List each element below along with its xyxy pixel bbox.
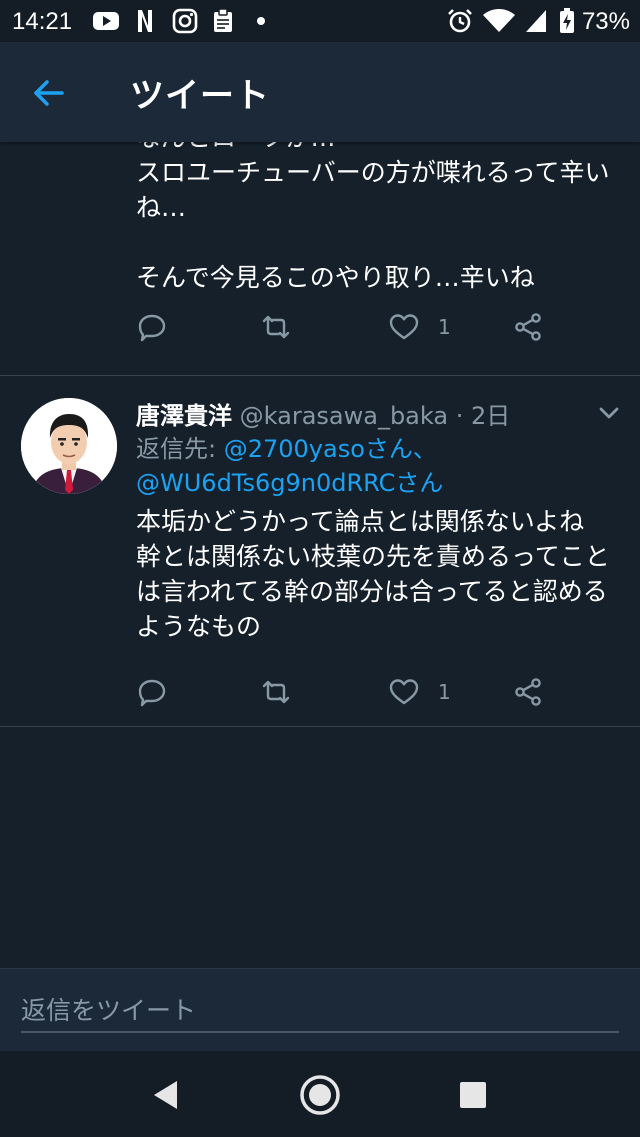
instagram-icon [172,8,198,34]
header-separator: · [455,402,464,430]
tweet-header: 唐澤貴洋 @karasawa_baka · 2日 [136,396,510,431]
share-button[interactable] [512,307,544,347]
reply-button[interactable] [136,672,168,712]
system-nav-bar [0,1051,640,1137]
reply-compose-bar: 返信をツイート [0,968,640,1052]
author-name[interactable]: 唐澤貴洋 [136,402,232,430]
status-time: 14:21 [12,8,73,35]
battery-icon [560,8,574,33]
nav-back-icon[interactable] [144,1073,188,1117]
like-count: 1 [438,680,451,704]
youtube-icon [93,12,119,30]
mention-link[interactable]: @WU6dTs6g9n0dRRCさん [136,469,443,497]
retweet-icon [262,680,290,704]
tweet-timestamp: 2日 [471,402,511,430]
like-count: 1 [438,315,451,339]
nav-home-icon[interactable] [298,1073,342,1117]
alarm-icon [448,9,472,33]
reply-icon [138,314,166,342]
tweet-thread[interactable]: なんとローツか… スロユーチューバーの方が喋れるって辛いね… そんで今見るこのや… [0,142,640,968]
like-button[interactable]: 1 [388,307,451,347]
author-handle[interactable]: @karasawa_baka [240,402,448,430]
tweet-actions: 1 [136,307,616,347]
retweet-icon [262,315,290,339]
reply-to-label: 返信先: [136,435,224,463]
wifi-icon [483,9,515,32]
share-icon [515,678,541,706]
page-title: ツイート [130,76,270,116]
chevron-down-icon[interactable] [596,400,622,426]
share-button[interactable] [512,672,544,712]
heart-icon [389,679,419,705]
reply-input[interactable]: 返信をツイート [21,991,619,1033]
reply-to-continued: @WU6dTs6g9n0dRRCさん [136,466,443,500]
app-bar: ツイート [0,42,640,142]
reply-button[interactable] [136,307,168,347]
clipboard-icon [214,8,232,32]
mention-link[interactable]: @2700yasoさん、 [224,435,437,463]
battery-percent: 73% [581,8,630,35]
share-icon [515,313,541,341]
tweet-text: 本垢かどうかって論点とは関係ないよね 幹とは関係ない枝葉の先を責めるってことは言… [136,507,610,641]
avatar-image [21,398,117,494]
back-arrow-icon[interactable] [26,70,72,116]
like-button[interactable]: 1 [388,672,451,712]
tweet-item[interactable]: 唐澤貴洋 @karasawa_baka · 2日 返信先: @2700yasoさ… [0,376,640,727]
status-bar: 14:21 73% [0,0,640,42]
netflix-icon [138,10,152,32]
signal-icon [526,10,546,32]
reply-icon [138,679,166,707]
reply-to: 返信先: @2700yasoさん、 [136,432,437,466]
retweet-button[interactable] [260,672,292,712]
tweet-item[interactable]: なんとローツか… スロユーチューバーの方が喋れるって辛いね… そんで今見るこのや… [0,142,640,376]
nav-recents-icon[interactable] [451,1073,495,1117]
tweet-actions: 1 [136,672,616,712]
heart-icon [389,314,419,340]
tweet-text: なんとローツか… スロユーチューバーの方が喋れるって辛いね… そんで今見るこのや… [136,142,610,292]
retweet-button[interactable] [260,307,292,347]
dot-icon [257,17,265,25]
avatar[interactable] [21,398,117,494]
